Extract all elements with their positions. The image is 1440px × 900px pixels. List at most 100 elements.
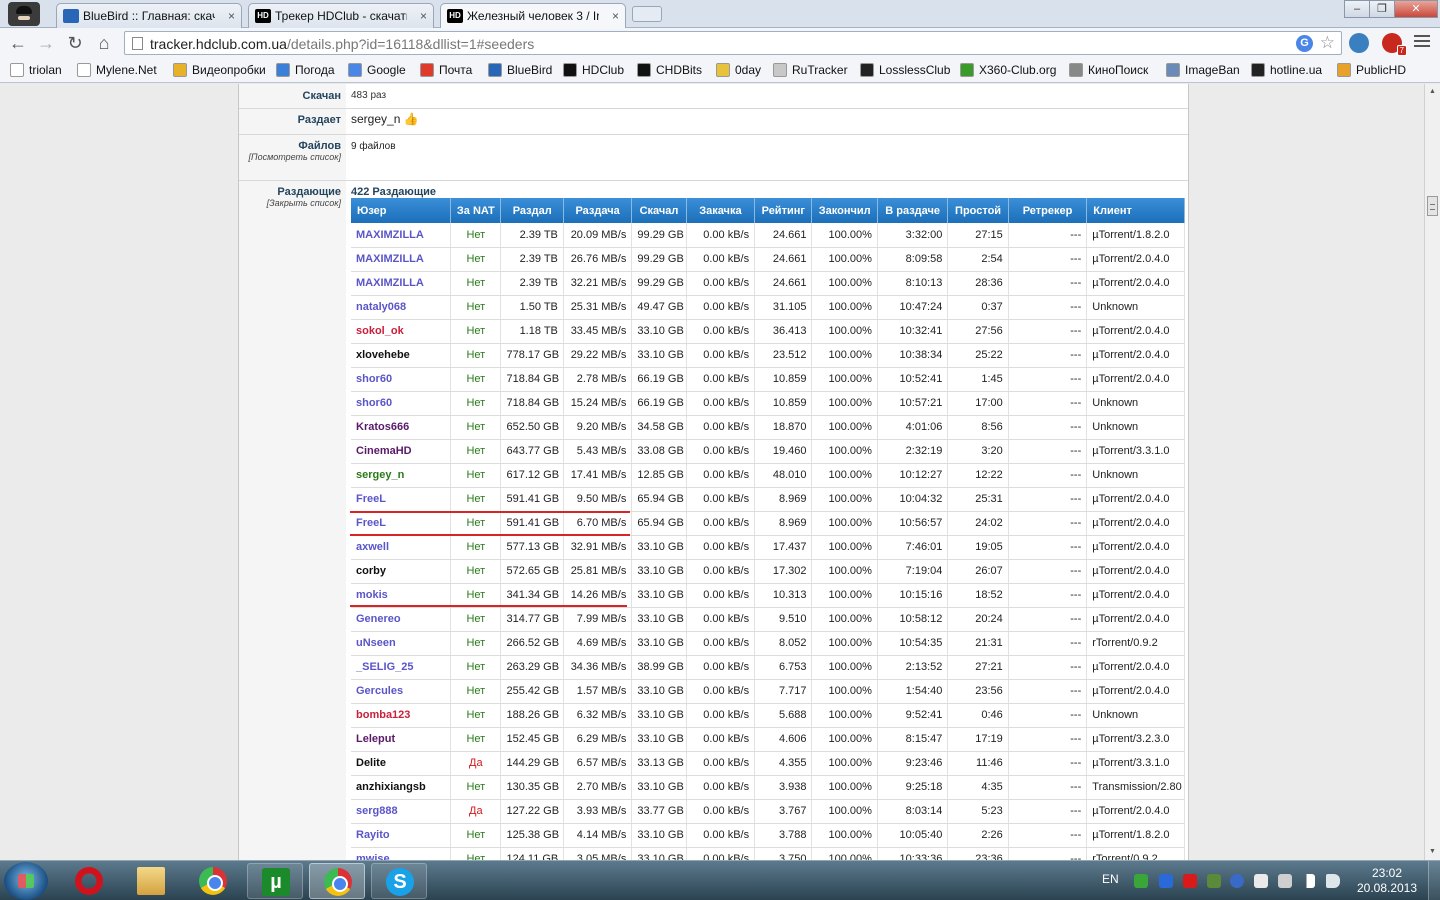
taskbar-chrome[interactable] (185, 863, 241, 899)
user-link[interactable]: shor60 (351, 367, 452, 392)
bookmark-кинопоиск[interactable]: КиноПоиск (1069, 63, 1148, 77)
bookmark-mylene-net[interactable]: Mylene.Net (77, 63, 157, 77)
maximize-button[interactable]: ❐ (1369, 0, 1395, 18)
taskbar-explorer[interactable] (123, 863, 179, 899)
tray-adobe-icon[interactable] (1183, 874, 1197, 888)
close-icon[interactable]: × (420, 9, 427, 23)
seeder-name[interactable]: sergey_n 👍 (351, 112, 419, 126)
close-window-button[interactable]: ✕ (1394, 0, 1438, 18)
user-link[interactable]: Delite (351, 751, 452, 776)
user-link[interactable]: CinemaHD (351, 439, 452, 464)
column-header[interactable]: В раздаче (877, 198, 949, 223)
bookmark-star-icon[interactable]: ☆ (1320, 33, 1335, 53)
start-button[interactable] (4, 862, 48, 900)
user-link[interactable]: FreeL (351, 511, 452, 536)
forward-icon[interactable]: → (34, 32, 58, 54)
user-link[interactable]: sergey_n (351, 463, 452, 488)
user-link[interactable]: Rayito (351, 823, 452, 848)
column-header[interactable]: Раздал (500, 198, 564, 223)
user-link[interactable]: Leleput (351, 727, 452, 752)
clock[interactable]: 23:02 20.08.2013 (1356, 866, 1418, 896)
user-link[interactable]: bomba123 (351, 703, 452, 728)
column-header[interactable]: Клиент (1086, 198, 1185, 223)
column-header[interactable]: Ретрекер (1008, 198, 1088, 223)
google-search-icon[interactable]: G (1296, 35, 1313, 52)
user-link[interactable]: uNseen (351, 631, 452, 656)
tab-bluebird[interactable]: BlueBird :: Главная: скача × (56, 3, 242, 28)
home-icon[interactable]: ⌂ (92, 32, 116, 54)
bookmark-imageban[interactable]: ImageBan (1166, 63, 1240, 77)
user-link[interactable]: corby (351, 559, 452, 584)
bluetooth-icon[interactable] (1230, 874, 1244, 888)
column-header[interactable]: Скачал (631, 198, 687, 223)
bookmark-rutracker[interactable]: RuTracker (773, 63, 848, 77)
tray-security-icon[interactable] (1159, 874, 1173, 888)
user-link[interactable]: mokis (351, 583, 452, 608)
user-link[interactable]: nataly068 (351, 295, 452, 320)
column-header[interactable]: Раздача (563, 198, 633, 223)
column-header[interactable]: Закачка (686, 198, 756, 223)
user-link[interactable]: MAXIMZILLA (351, 223, 452, 248)
bookmark-0day[interactable]: 0day (716, 63, 761, 77)
new-tab-button[interactable] (632, 6, 662, 22)
bookmark-publichd[interactable]: PublicHD (1337, 63, 1406, 77)
reload-icon[interactable]: ↻ (63, 32, 87, 54)
tray-shield-icon[interactable] (1134, 874, 1148, 888)
close-icon[interactable]: × (612, 9, 619, 23)
bookmark-видеопробки[interactable]: Видеопробки (173, 63, 266, 77)
user-link[interactable]: sokol_ok (351, 319, 452, 344)
user-link[interactable]: _SELIG_25 (351, 655, 452, 680)
user-link[interactable]: MAXIMZILLA (351, 271, 452, 296)
user-link[interactable]: axwell (351, 535, 452, 560)
column-header[interactable]: Рейтинг (754, 198, 813, 223)
minimize-button[interactable]: ‒ (1344, 0, 1370, 18)
bookmark-bluebird[interactable]: BlueBird (488, 63, 552, 77)
bookmark-chdbits[interactable]: CHDBits (637, 63, 702, 77)
tray-network-check-icon[interactable] (1207, 874, 1221, 888)
user-avatar-icon[interactable] (8, 2, 40, 26)
column-header[interactable]: Простой (947, 198, 1009, 223)
adblock-extension-icon[interactable]: 7 (1382, 33, 1407, 56)
user-link[interactable]: serg888 (351, 799, 452, 824)
close-icon[interactable]: × (228, 9, 235, 23)
column-header[interactable]: Юзер (351, 198, 452, 223)
user-link[interactable]: shor60 (351, 391, 452, 416)
user-link[interactable]: MAXIMZILLA (351, 247, 452, 272)
bookmark-losslessclub[interactable]: LosslessClub (860, 63, 950, 77)
user-link[interactable]: Genereo (351, 607, 452, 632)
user-link[interactable]: Gercules (351, 679, 452, 704)
show-files-link[interactable]: [Посмотреть список] (241, 152, 341, 162)
user-link[interactable]: anzhixiangsb (351, 775, 452, 800)
back-icon[interactable]: ← (6, 32, 30, 54)
user-link[interactable]: FreeL (351, 487, 452, 512)
taskbar-utorrent[interactable]: µ (247, 863, 303, 899)
taskbar-skype[interactable]: S (371, 863, 427, 899)
show-desktop-button[interactable] (1428, 861, 1440, 900)
tab-iron-man-3[interactable]: HD Железный человек 3 / Irc × (440, 3, 626, 29)
user-link[interactable]: mwise (351, 847, 452, 860)
menu-icon[interactable] (1414, 35, 1430, 50)
bookmark-погода[interactable]: Погода (276, 63, 335, 77)
user-link[interactable]: xlovehebe (351, 343, 452, 368)
globe-extension-icon[interactable] (1349, 33, 1369, 53)
taskbar-opera[interactable] (61, 863, 117, 899)
column-header[interactable]: Закончил (811, 198, 878, 223)
language-indicator[interactable]: EN (1102, 872, 1119, 886)
column-header[interactable]: За NAT (450, 198, 502, 223)
tab-hdclub-tracker[interactable]: HD Трекер HDClub - скачать × (248, 3, 434, 28)
volume-icon[interactable] (1326, 874, 1340, 888)
close-list-link[interactable]: [Закрыть список] (241, 198, 341, 208)
bookmark-triolan[interactable]: triolan (10, 63, 62, 77)
scrollbar-thumb[interactable] (1427, 196, 1438, 216)
address-bar[interactable]: tracker.hdclub.com.ua/details.php?id=161… (124, 31, 1342, 55)
bookmark-x360-club-org[interactable]: X360-Club.org (960, 63, 1056, 77)
bookmark-google[interactable]: Google (348, 63, 406, 77)
bookmark-hotline-ua[interactable]: hotline.ua (1251, 63, 1322, 77)
bookmark-hdclub[interactable]: HDClub (563, 63, 624, 77)
action-center-flag-icon[interactable] (1254, 874, 1268, 888)
user-link[interactable]: Kratos666 (351, 415, 452, 440)
vertical-scrollbar[interactable]: ▲ ▼ (1424, 84, 1440, 860)
network-signal-icon[interactable] (1301, 874, 1315, 888)
bookmark-почта[interactable]: Почта (420, 63, 472, 77)
tray-usb-icon[interactable] (1278, 874, 1292, 888)
